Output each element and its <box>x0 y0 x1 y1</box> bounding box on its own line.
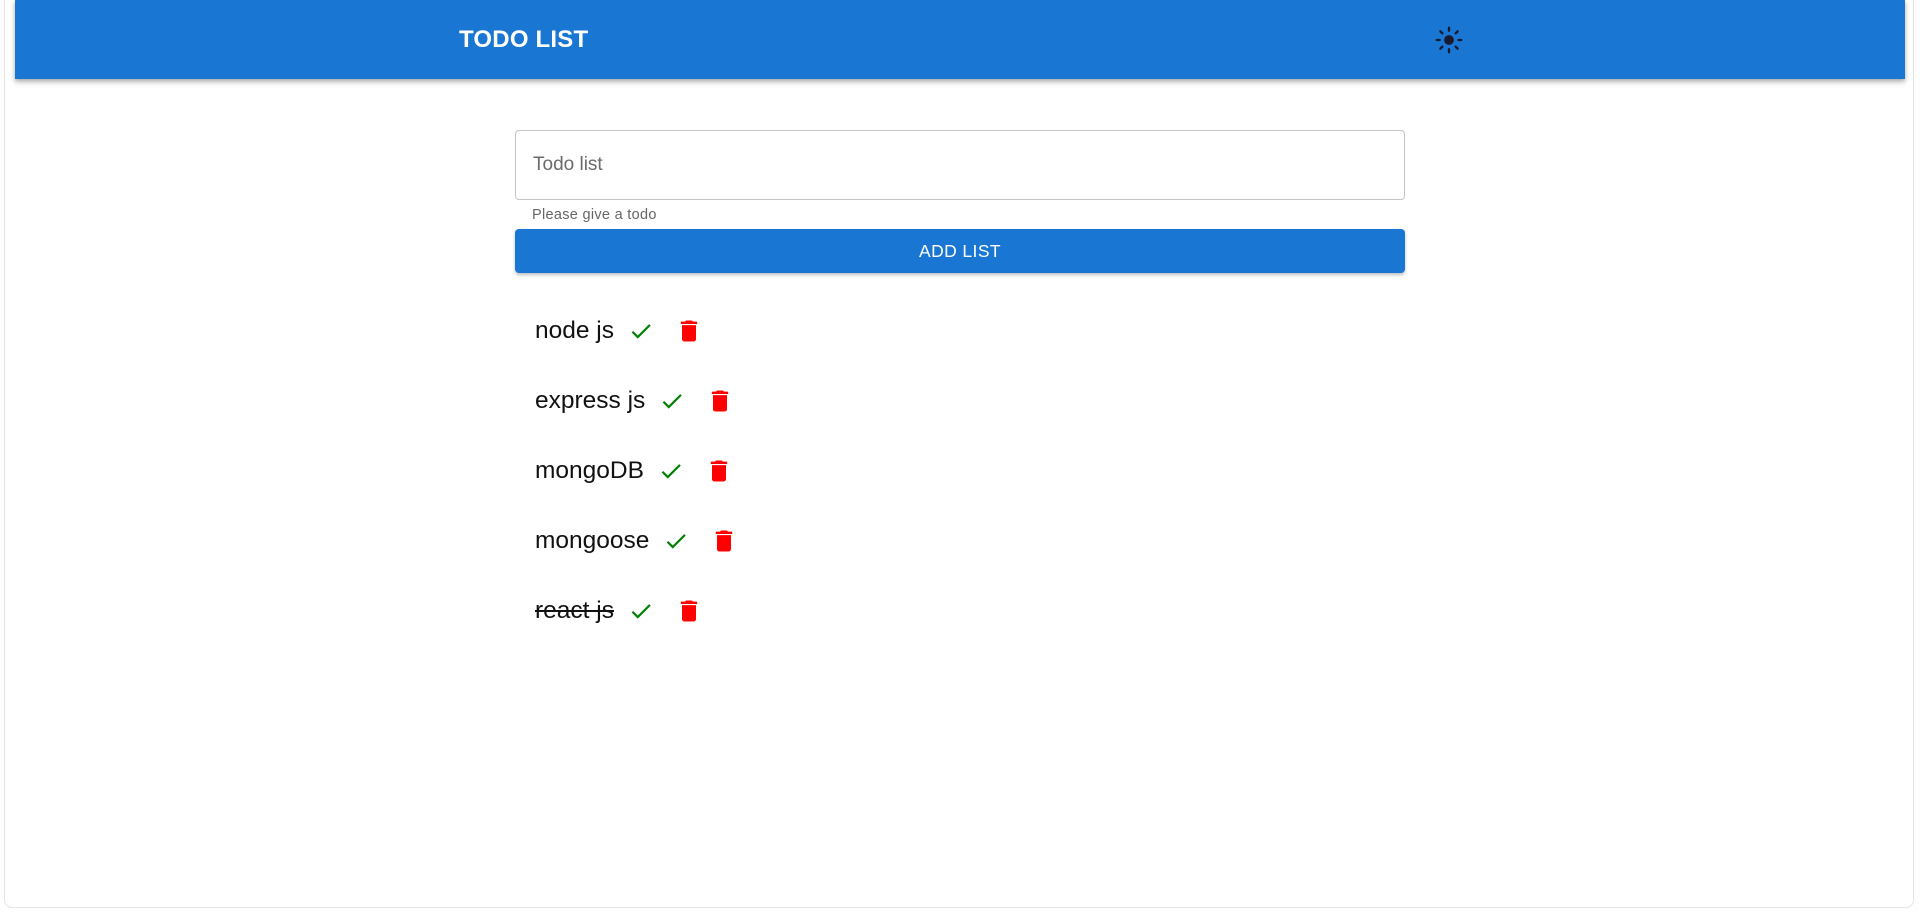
todo-text-field <box>515 130 1405 200</box>
complete-todo-button[interactable] <box>656 456 686 486</box>
todo-text: react js <box>535 597 614 624</box>
helper-text: Please give a todo <box>532 207 657 223</box>
todo-text: mongoDB <box>535 457 644 484</box>
trash-icon <box>680 320 698 342</box>
todo-text: node js <box>535 317 615 344</box>
complete-todo-button[interactable] <box>661 526 691 556</box>
delete-todo-button[interactable] <box>704 456 734 486</box>
todo-item: mongoDB <box>535 436 739 506</box>
check-icon <box>667 534 687 549</box>
check-icon <box>662 394 683 409</box>
check-icon <box>631 324 651 339</box>
app-bar: TODO LIST <box>15 0 1905 79</box>
delete-todo-button[interactable] <box>674 596 704 626</box>
todo-item: mongoose <box>535 506 739 576</box>
sun-icon <box>1435 26 1463 54</box>
delete-todo-button[interactable] <box>709 526 739 556</box>
complete-todo-button[interactable] <box>626 316 656 346</box>
trash-icon <box>710 460 728 482</box>
theme-toggle-button[interactable] <box>1433 24 1465 56</box>
todo-item: node js <box>535 296 739 366</box>
todo-form: Please give a todo ADD LIST <box>515 130 1405 273</box>
trash-icon <box>712 390 729 412</box>
trash-icon <box>716 530 733 552</box>
check-icon <box>661 464 681 479</box>
add-list-button[interactable]: ADD LIST <box>515 229 1405 273</box>
complete-todo-button[interactable] <box>626 596 656 626</box>
todo-input[interactable] <box>516 131 1404 199</box>
todo-item: react js <box>535 576 739 646</box>
todo-list: node js express js mongoDB mongoose react js <box>535 296 739 646</box>
app-title: TODO LIST <box>459 26 589 53</box>
delete-todo-button[interactable] <box>705 386 735 416</box>
todo-text: mongoose <box>535 527 650 554</box>
delete-todo-button[interactable] <box>674 316 704 346</box>
todo-item: express js <box>535 366 739 436</box>
trash-icon <box>680 600 698 622</box>
complete-todo-button[interactable] <box>657 386 687 416</box>
todo-text: express js <box>535 387 646 414</box>
check-icon <box>631 604 651 619</box>
